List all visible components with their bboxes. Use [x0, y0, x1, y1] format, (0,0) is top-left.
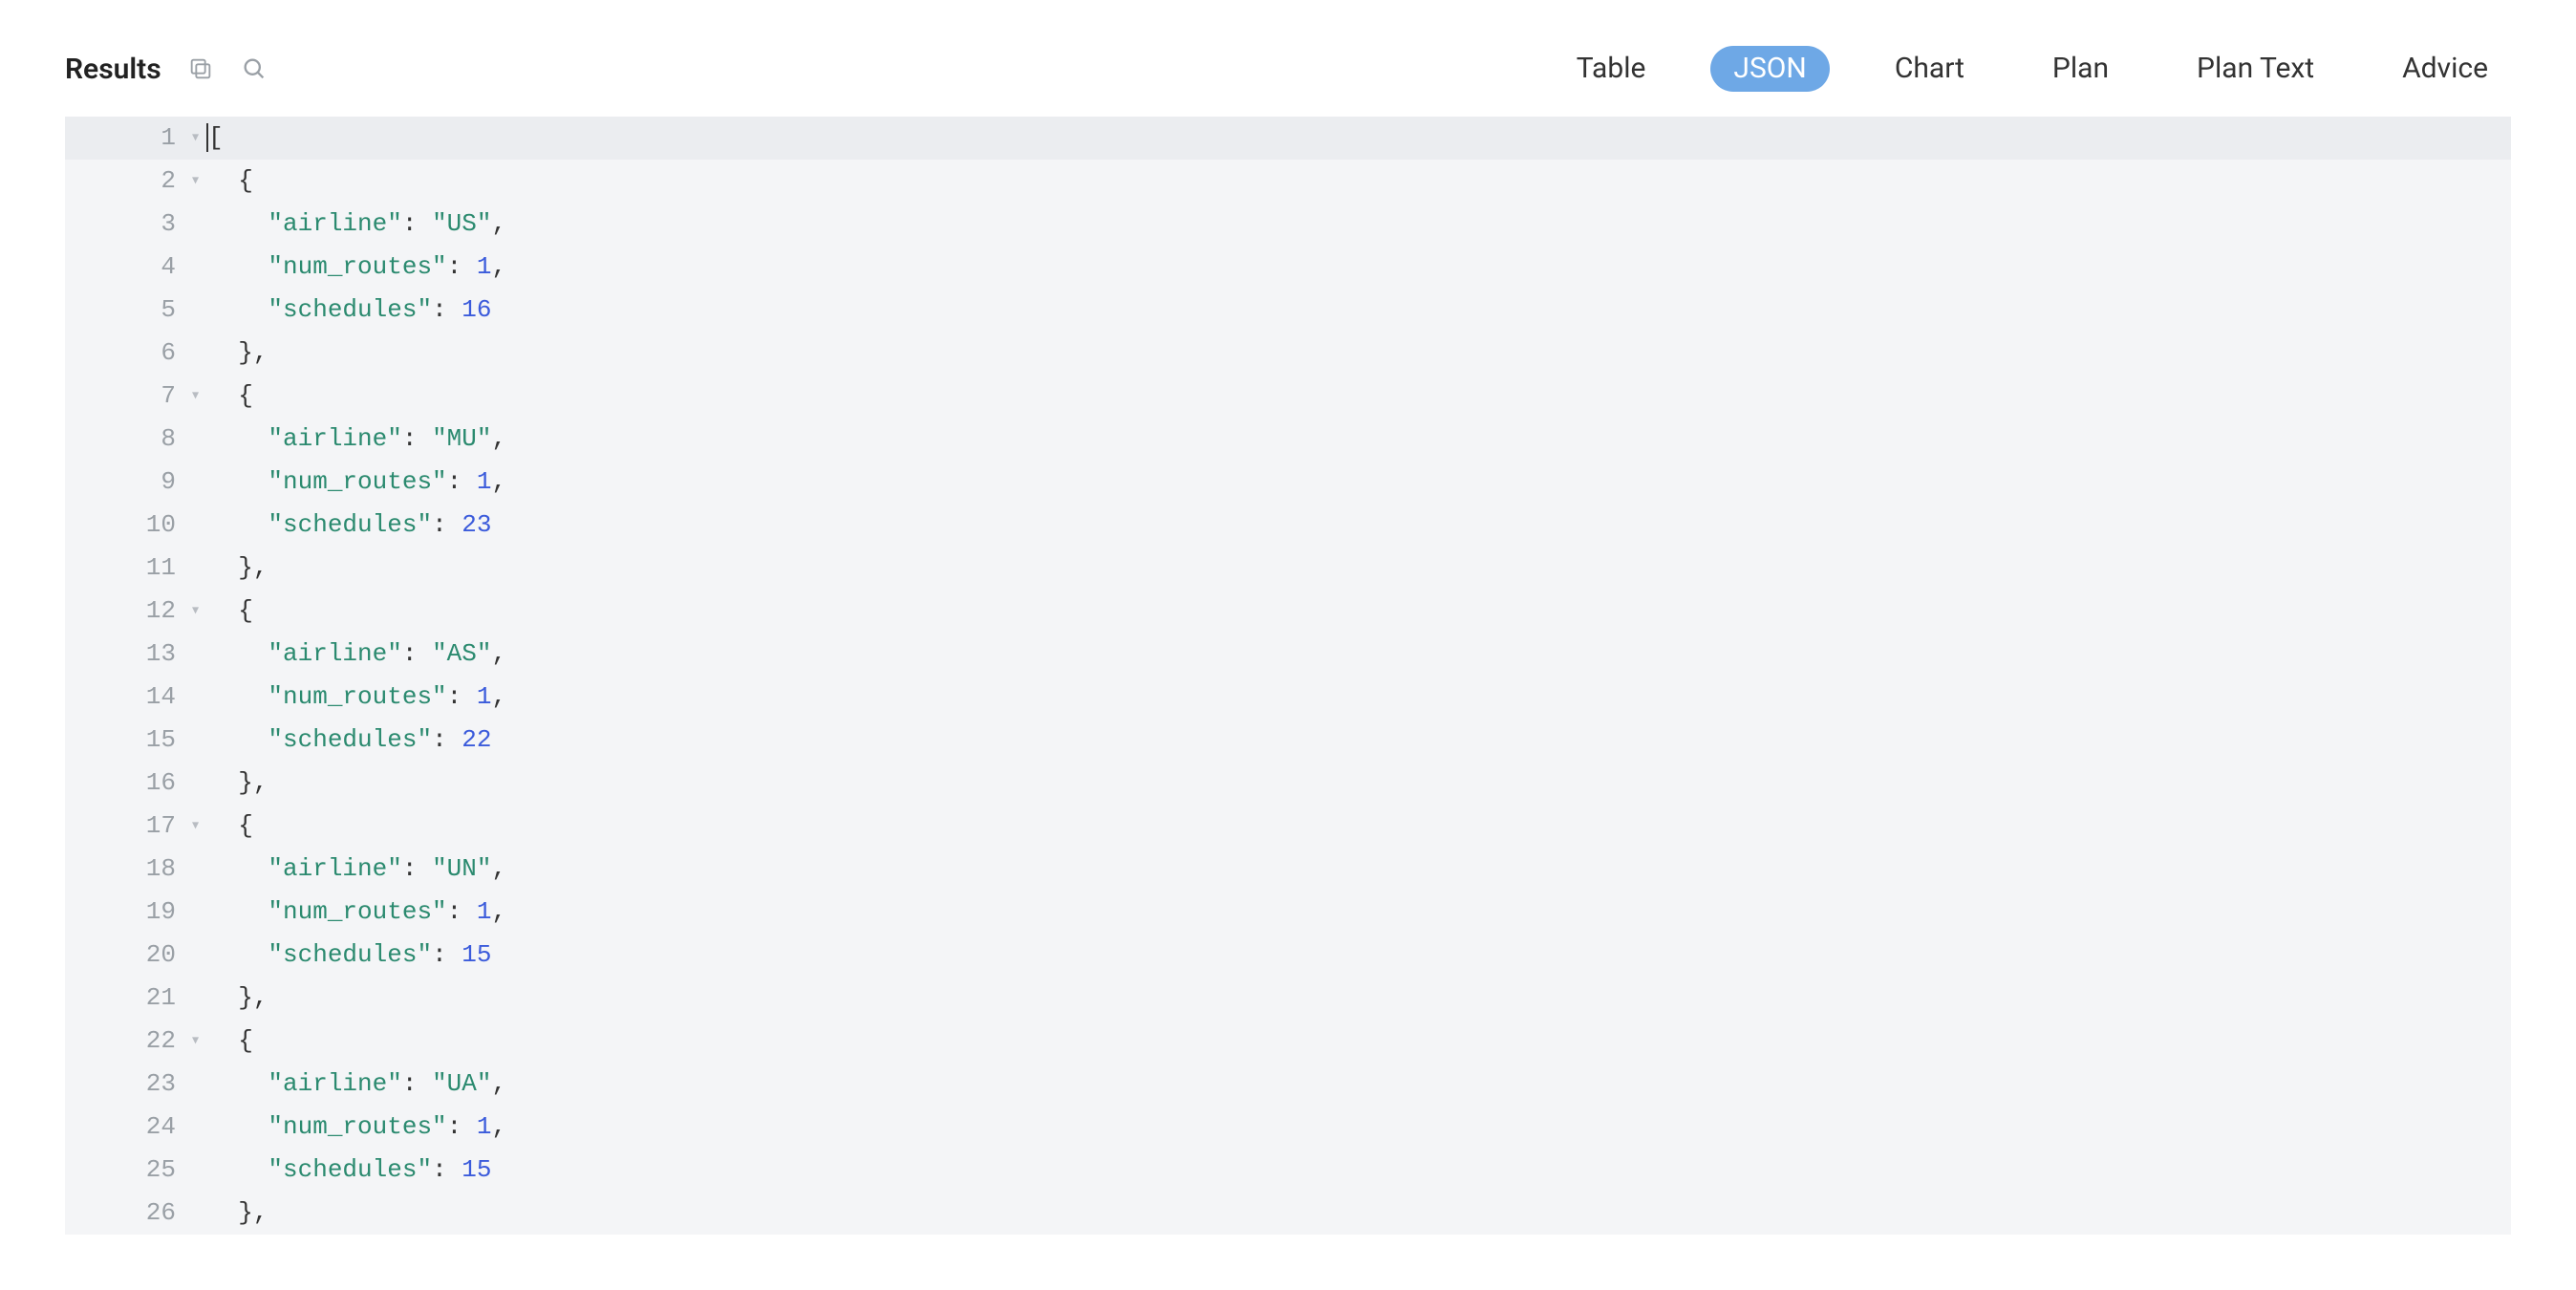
line-number: 4	[65, 246, 187, 289]
code-line[interactable]: 21 },	[65, 977, 2511, 1020]
code-line[interactable]: 4 "num_routes": 1,	[65, 246, 2511, 289]
line-number: 26	[65, 1192, 187, 1235]
code-line[interactable]: 5 "schedules": 16	[65, 289, 2511, 332]
code-line[interactable]: 16 },	[65, 762, 2511, 805]
code-line[interactable]: 12▾ {	[65, 590, 2511, 633]
code-content[interactable]: "num_routes": 1,	[187, 676, 506, 719]
search-icon[interactable]	[240, 54, 268, 83]
line-number: 15	[65, 719, 187, 762]
line-number: 23	[65, 1063, 187, 1106]
line-number: 24	[65, 1106, 187, 1149]
tab-chart[interactable]: Chart	[1872, 46, 1987, 92]
line-number: 21	[65, 977, 187, 1020]
line-number: 11	[65, 547, 187, 590]
fold-toggle-icon[interactable]: ▾	[190, 117, 201, 160]
tab-plan[interactable]: Plan	[2029, 46, 2132, 92]
tab-json[interactable]: JSON	[1710, 46, 1829, 92]
code-content[interactable]: "num_routes": 1,	[187, 461, 506, 504]
fold-toggle-icon[interactable]: ▾	[190, 160, 201, 203]
code-content[interactable]: "schedules": 23	[187, 504, 492, 547]
line-number: 16	[65, 762, 187, 805]
code-line[interactable]: 3 "airline": "US",	[65, 203, 2511, 246]
code-content[interactable]: "num_routes": 1,	[187, 891, 506, 934]
fold-toggle-icon[interactable]: ▾	[190, 375, 201, 418]
code-line[interactable]: 7▾ {	[65, 375, 2511, 418]
line-number: 14	[65, 676, 187, 719]
code-content[interactable]: },	[187, 332, 268, 375]
code-line[interactable]: 15 "schedules": 22	[65, 719, 2511, 762]
code-line[interactable]: 25 "schedules": 15	[65, 1149, 2511, 1192]
line-number: 5	[65, 289, 187, 332]
tab-advice[interactable]: Advice	[2379, 46, 2511, 92]
code-line[interactable]: 2▾ {	[65, 160, 2511, 203]
tab-table[interactable]: Table	[1554, 46, 1669, 92]
code-line[interactable]: 22▾ {	[65, 1020, 2511, 1063]
code-content[interactable]: "airline": "US",	[187, 203, 506, 246]
line-number: 13	[65, 633, 187, 676]
line-number: 8	[65, 418, 187, 461]
json-editor[interactable]: 1▾[2▾ {3 "airline": "US",4 "num_routes":…	[65, 117, 2511, 1235]
line-number: 6	[65, 332, 187, 375]
code-line[interactable]: 9 "num_routes": 1,	[65, 461, 2511, 504]
code-content[interactable]: "airline": "UN",	[187, 848, 506, 891]
code-content[interactable]: "num_routes": 1,	[187, 246, 506, 289]
code-content[interactable]: },	[187, 547, 268, 590]
line-number: 3	[65, 203, 187, 246]
code-content[interactable]: },	[187, 1192, 268, 1235]
line-number: 10	[65, 504, 187, 547]
code-content[interactable]: "airline": "UA",	[187, 1063, 506, 1106]
view-tabs: Table JSON Chart Plan Plan Text Advice	[1554, 46, 2511, 92]
line-number: 19	[65, 891, 187, 934]
code-content[interactable]: "schedules": 15	[187, 934, 492, 977]
code-line[interactable]: 6 },	[65, 332, 2511, 375]
code-line[interactable]: 19 "num_routes": 1,	[65, 891, 2511, 934]
fold-toggle-icon[interactable]: ▾	[190, 805, 201, 848]
line-number: 9	[65, 461, 187, 504]
code-line[interactable]: 20 "schedules": 15	[65, 934, 2511, 977]
results-title: Results	[65, 53, 161, 86]
code-line[interactable]: 14 "num_routes": 1,	[65, 676, 2511, 719]
code-line[interactable]: 8 "airline": "MU",	[65, 418, 2511, 461]
code-line[interactable]: 23 "airline": "UA",	[65, 1063, 2511, 1106]
line-number: 1▾	[65, 117, 187, 160]
code-line[interactable]: 18 "airline": "UN",	[65, 848, 2511, 891]
line-number: 2▾	[65, 160, 187, 203]
code-line[interactable]: 17▾ {	[65, 805, 2511, 848]
code-content[interactable]: "schedules": 15	[187, 1149, 492, 1192]
line-number: 18	[65, 848, 187, 891]
copy-icon[interactable]	[186, 54, 215, 83]
results-header: Results Table JSON Chart Plan Plan Text Advic…	[65, 38, 2511, 99]
tab-plan-text[interactable]: Plan Text	[2174, 46, 2337, 92]
code-content[interactable]: "schedules": 16	[187, 289, 492, 332]
line-number: 7▾	[65, 375, 187, 418]
line-number: 22▾	[65, 1020, 187, 1063]
code-content[interactable]: "airline": "MU",	[187, 418, 506, 461]
fold-toggle-icon[interactable]: ▾	[190, 590, 201, 633]
line-number: 12▾	[65, 590, 187, 633]
code-content[interactable]: },	[187, 977, 268, 1020]
line-number: 20	[65, 934, 187, 977]
code-line[interactable]: 24 "num_routes": 1,	[65, 1106, 2511, 1149]
line-number: 17▾	[65, 805, 187, 848]
code-line[interactable]: 26 },	[65, 1192, 2511, 1235]
code-line[interactable]: 11 },	[65, 547, 2511, 590]
code-line[interactable]: 10 "schedules": 23	[65, 504, 2511, 547]
code-line[interactable]: 13 "airline": "AS",	[65, 633, 2511, 676]
line-number: 25	[65, 1149, 187, 1192]
code-line[interactable]: 1▾[	[65, 117, 2511, 160]
results-panel: Results Table JSON Chart Plan Plan Text Advic…	[0, 0, 2576, 1235]
code-content[interactable]: "airline": "AS",	[187, 633, 506, 676]
fold-toggle-icon[interactable]: ▾	[190, 1020, 201, 1063]
code-content[interactable]: "num_routes": 1,	[187, 1106, 506, 1149]
code-content[interactable]: },	[187, 762, 268, 805]
header-left: Results	[65, 53, 268, 86]
code-content[interactable]: "schedules": 22	[187, 719, 492, 762]
